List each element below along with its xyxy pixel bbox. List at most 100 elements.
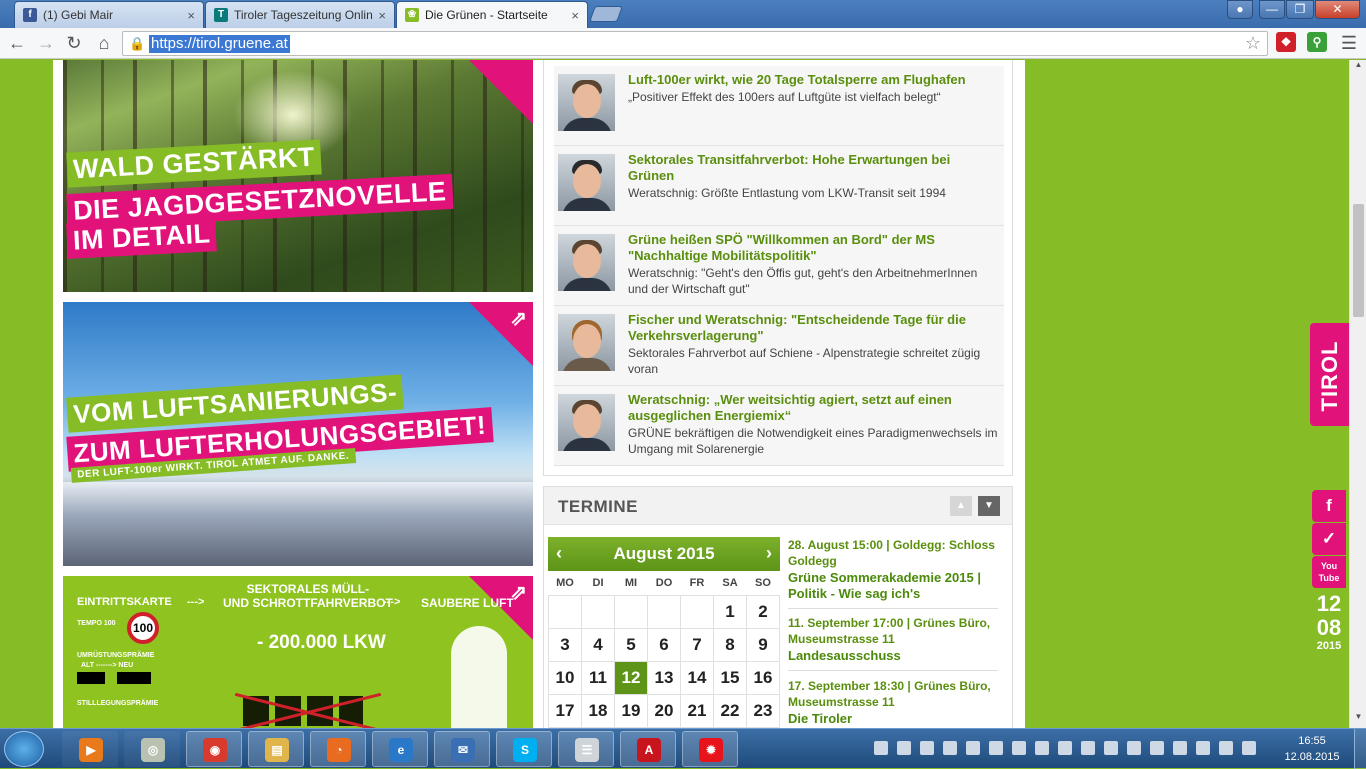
tab-tiroler-tageszeitung[interactable]: T Tiroler Tageszeitung Onlin ×: [205, 1, 395, 28]
tab-gebi-mair[interactable]: f (1) Gebi Mair ×: [14, 1, 204, 28]
scroll-up-button[interactable]: ▲: [950, 496, 972, 516]
tray-icon[interactable]: [1196, 741, 1210, 755]
tray-icon[interactable]: [1150, 741, 1164, 755]
news-title[interactable]: Fischer und Weratschnig: "Entscheidende …: [628, 312, 1000, 344]
tray-icon[interactable]: [1242, 741, 1256, 755]
back-icon[interactable]: ←: [6, 32, 28, 54]
calendar-day[interactable]: 9: [746, 627, 780, 662]
close-icon[interactable]: ×: [571, 8, 579, 23]
calendar-day[interactable]: 21: [680, 693, 714, 728]
forward-icon[interactable]: →: [35, 32, 57, 54]
reload-icon[interactable]: ↻: [63, 32, 85, 54]
event-item[interactable]: 17. September 18:30 | Grünes Büro, Museu…: [788, 678, 998, 728]
menu-icon[interactable]: ☰: [1338, 32, 1360, 54]
calendar-day[interactable]: 1: [713, 594, 747, 629]
facebook-icon[interactable]: f: [1312, 490, 1346, 522]
tab-die-gruenen[interactable]: ❀ Die Grünen - Startseite ×: [396, 1, 588, 28]
event-item[interactable]: 28. August 15:00 | Goldegg: Schloss Gold…: [788, 537, 998, 609]
user-icon[interactable]: ●: [1227, 0, 1253, 19]
clock[interactable]: 16:55 12.08.2015: [1277, 733, 1347, 765]
minimize-button[interactable]: —: [1259, 0, 1285, 19]
news-item[interactable]: Luft-100er wirkt, wie 20 Tage Totalsperr…: [554, 66, 1004, 146]
taskbar-app[interactable]: ☰: [558, 731, 614, 767]
taskbar-app[interactable]: ▤: [248, 731, 304, 767]
taskbar-app[interactable]: ▶: [62, 731, 118, 767]
extension-green-icon[interactable]: ⚲: [1307, 32, 1327, 52]
calendar-day[interactable]: 3: [548, 627, 582, 662]
home-icon[interactable]: ⌂: [93, 32, 115, 54]
tray-icon[interactable]: [1173, 741, 1187, 755]
calendar-day[interactable]: 18: [581, 693, 615, 728]
tray-icon[interactable]: [1012, 741, 1026, 755]
youtube-icon[interactable]: You Tube: [1312, 556, 1346, 588]
calendar-day[interactable]: 14: [680, 660, 714, 695]
event-name[interactable]: Landesausschuss: [788, 648, 998, 664]
page-scrollbar[interactable]: ▲ ▼: [1349, 60, 1366, 728]
tray-icon[interactable]: [943, 741, 957, 755]
news-item[interactable]: Weratschnig: „Wer weitsichtig agiert, se…: [554, 386, 1004, 466]
extension-red-icon[interactable]: ❖: [1276, 32, 1296, 52]
tray-icon[interactable]: [920, 741, 934, 755]
close-icon[interactable]: ×: [187, 8, 195, 23]
calendar-day[interactable]: 11: [581, 660, 615, 695]
close-window-button[interactable]: ✕: [1315, 0, 1360, 19]
taskbar-app[interactable]: ◉: [186, 731, 242, 767]
calendar-day[interactable]: 7: [680, 627, 714, 662]
event-name[interactable]: Grüne Sommerakademie 2015 | Politik - Wi…: [788, 570, 998, 602]
banner-fahrverbot-infographic[interactable]: ⇗ SEKTORALES MÜLL- UND SCHROTTFAHRVERBOT…: [63, 576, 533, 728]
show-desktop-button[interactable]: [1354, 729, 1366, 769]
taskbar-app[interactable]: A: [620, 731, 676, 767]
tray-icon[interactable]: [874, 741, 888, 755]
banner-jagdgesetz[interactable]: WALD GESTÄRKT DIE JAGDGESETZNOVELLE IM D…: [63, 60, 533, 292]
calendar-day[interactable]: 20: [647, 693, 681, 728]
scrollbar-thumb[interactable]: [1353, 204, 1364, 317]
calendar-day[interactable]: 12: [614, 660, 648, 695]
calendar-day[interactable]: 19: [614, 693, 648, 728]
taskbar-app[interactable]: ◎: [124, 731, 180, 767]
news-title[interactable]: Grüne heißen SPÖ "Willkommen an Bord" de…: [628, 232, 1000, 264]
calendar-day[interactable]: 10: [548, 660, 582, 695]
new-tab-button[interactable]: [589, 6, 623, 22]
news-title[interactable]: Weratschnig: „Wer weitsichtig agiert, se…: [628, 392, 1000, 424]
scroll-down-button[interactable]: ▼: [978, 496, 1000, 516]
twitter-icon[interactable]: ✓: [1312, 523, 1346, 555]
calendar-day[interactable]: 6: [647, 627, 681, 662]
calendar-day[interactable]: 8: [713, 627, 747, 662]
tray-icon[interactable]: [1081, 741, 1095, 755]
event-item[interactable]: 11. September 17:00 | Grünes Büro, Museu…: [788, 615, 998, 671]
tirol-tab[interactable]: TIROL: [1310, 323, 1349, 426]
taskbar-app[interactable]: ✉: [434, 731, 490, 767]
news-item[interactable]: Fischer und Weratschnig: "Entscheidende …: [554, 306, 1004, 386]
taskbar-app[interactable]: ✹: [682, 731, 738, 767]
address-bar[interactable]: 🔒 https://tirol.gruene.at ☆: [122, 31, 1268, 56]
next-month-button[interactable]: ›: [766, 543, 772, 564]
tray-icon[interactable]: [897, 741, 911, 755]
tray-icon[interactable]: [1058, 741, 1072, 755]
news-title[interactable]: Luft-100er wirkt, wie 20 Tage Totalsperr…: [628, 72, 1000, 88]
scroll-down-arrow[interactable]: ▼: [1350, 712, 1366, 726]
calendar-day[interactable]: 22: [713, 693, 747, 728]
tray-icon[interactable]: [1219, 741, 1233, 755]
start-button[interactable]: [4, 731, 44, 767]
url-text[interactable]: https://tirol.gruene.at: [149, 35, 290, 53]
close-icon[interactable]: ×: [378, 8, 386, 23]
calendar-day[interactable]: 5: [614, 627, 648, 662]
banner-luftsanierung[interactable]: ⇗ VOM LUFTSANIERUNGS- ZUM LUFTERHOLUNGSG…: [63, 302, 533, 566]
calendar-day[interactable]: 16: [746, 660, 780, 695]
taskbar-app[interactable]: ◔: [310, 731, 366, 767]
taskbar-app[interactable]: e: [372, 731, 428, 767]
scroll-up-arrow[interactable]: ▲: [1350, 60, 1366, 74]
tray-icon[interactable]: [1035, 741, 1049, 755]
news-title[interactable]: Sektorales Transitfahrverbot: Hohe Erwar…: [628, 152, 1000, 184]
calendar-day[interactable]: 23: [746, 693, 780, 728]
calendar-day[interactable]: 2: [746, 594, 780, 629]
calendar-day[interactable]: 4: [581, 627, 615, 662]
tray-icon[interactable]: [989, 741, 1003, 755]
calendar-day[interactable]: 17: [548, 693, 582, 728]
news-item[interactable]: Grüne heißen SPÖ "Willkommen an Bord" de…: [554, 226, 1004, 306]
tray-icon[interactable]: [1104, 741, 1118, 755]
bookmark-star-icon[interactable]: ☆: [1245, 33, 1261, 54]
calendar-day[interactable]: 15: [713, 660, 747, 695]
event-name[interactable]: Die Tiroler: [788, 711, 998, 727]
tray-icon[interactable]: [1127, 741, 1141, 755]
